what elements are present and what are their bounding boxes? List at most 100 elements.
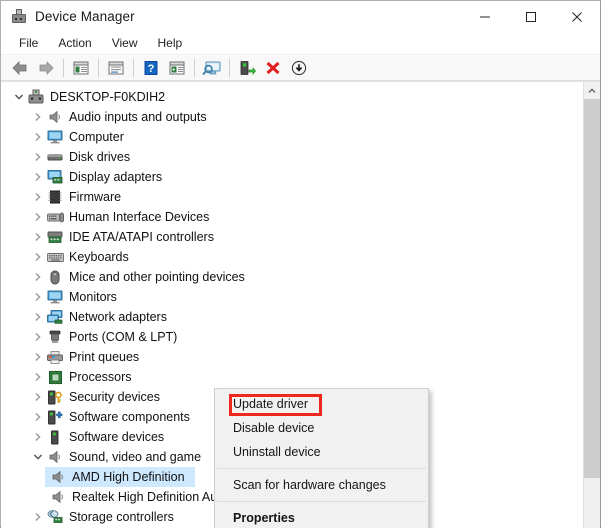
help-icon[interactable]: ? [138, 56, 164, 80]
disable-device-icon[interactable] [286, 56, 312, 80]
menu-action[interactable]: Action [48, 34, 101, 52]
tree-label: Software components [69, 410, 190, 424]
firmware-chip-icon [46, 189, 64, 205]
chevron-right-icon[interactable] [30, 209, 46, 225]
chevron-down-icon[interactable] [30, 449, 46, 465]
context-menu-item-scan-for-hardware-changes[interactable]: Scan for hardware changes [215, 473, 428, 497]
ide-controller-icon [46, 229, 64, 245]
tree-label: Human Interface Devices [69, 210, 210, 224]
device-manager-window: Device Manager File Action View Help ? D… [0, 0, 601, 528]
menu-file[interactable]: File [9, 34, 48, 52]
scroll-up-icon[interactable] [584, 82, 600, 99]
scan-for-hardware-changes-icon[interactable] [199, 56, 225, 80]
chevron-right-icon[interactable] [30, 429, 46, 445]
processor-icon [46, 369, 64, 385]
menu-bar: File Action View Help [1, 32, 600, 55]
tree-row-firmware[interactable]: Firmware [1, 187, 583, 207]
tree-label: Software devices [69, 430, 165, 444]
maximize-icon[interactable] [508, 1, 554, 32]
scrollbar-track[interactable] [584, 99, 600, 528]
tree-label: Monitors [69, 290, 117, 304]
context-menu-item-properties[interactable]: Properties [215, 506, 428, 528]
device-manager-icon [11, 8, 27, 25]
display-adapter-icon [46, 169, 64, 185]
tree-row-mice-and-other-pointing-devices[interactable]: Mice and other pointing devices [1, 267, 583, 287]
forward-icon[interactable] [33, 56, 59, 80]
computer-root-icon [27, 89, 45, 105]
window-title: Device Manager [35, 9, 135, 24]
chevron-right-icon[interactable] [30, 409, 46, 425]
menu-view[interactable]: View [102, 34, 148, 52]
tree-row-human-interface-devices[interactable]: Human Interface Devices [1, 207, 583, 227]
chevron-right-icon[interactable] [30, 229, 46, 245]
context-menu-separator [217, 468, 426, 469]
network-adapter-icon [46, 309, 64, 325]
toolbar-separator [229, 58, 230, 77]
tree-row-computer[interactable]: Computer [1, 127, 583, 147]
device-tree[interactable]: DESKTOP-F0KDIH2 Audio inputs and outputs [1, 82, 583, 528]
chevron-right-icon[interactable] [30, 349, 46, 365]
mouse-icon [46, 269, 64, 285]
scrollbar-thumb[interactable] [584, 99, 600, 479]
context-menu[interactable]: Update driver Disable device Uninstall d… [214, 388, 429, 528]
tree-label: Computer [69, 130, 124, 144]
enable-device-icon[interactable] [234, 56, 260, 80]
chevron-right-icon[interactable] [30, 389, 46, 405]
tree-label: IDE ATA/ATAPI controllers [69, 230, 214, 244]
tree-label: Processors [69, 370, 132, 384]
printer-icon [46, 349, 64, 365]
tree-row-ports[interactable]: Ports (COM & LPT) [1, 327, 583, 347]
close-icon[interactable] [554, 1, 600, 32]
properties-icon[interactable] [103, 56, 129, 80]
tree-row-keyboards[interactable]: Keyboards [1, 247, 583, 267]
chevron-right-icon[interactable] [30, 369, 46, 385]
security-device-icon [46, 389, 64, 405]
tree-label: Display adapters [69, 170, 163, 184]
chevron-right-icon[interactable] [30, 149, 46, 165]
context-menu-label: Scan for hardware changes [233, 478, 386, 492]
chevron-right-icon[interactable] [30, 129, 46, 145]
tree-row-print-queues[interactable]: Print queues [1, 347, 583, 367]
tree-row-audio-inputs-and-outputs[interactable]: Audio inputs and outputs [1, 107, 583, 127]
chevron-right-icon[interactable] [30, 289, 46, 305]
uninstall-device-icon[interactable] [260, 56, 286, 80]
show-hide-console-tree-icon[interactable] [68, 56, 94, 80]
speaker-icon [46, 109, 64, 125]
menu-help[interactable]: Help [148, 34, 193, 52]
chevron-down-icon[interactable] [11, 89, 27, 105]
chevron-right-icon[interactable] [30, 109, 46, 125]
tree-label: Disk drives [69, 150, 131, 164]
update-driver-software-icon[interactable] [164, 56, 190, 80]
tree-row-monitors[interactable]: Monitors [1, 287, 583, 307]
chevron-right-icon[interactable] [30, 189, 46, 205]
window-controls [462, 1, 600, 32]
chevron-right-icon[interactable] [30, 269, 46, 285]
monitor-icon [46, 129, 64, 145]
chevron-right-icon[interactable] [30, 249, 46, 265]
tree-row-network-adapters[interactable]: Network adapters [1, 307, 583, 327]
speaker-icon [49, 489, 67, 505]
tree-row-ide-ata-atapi-controllers[interactable]: IDE ATA/ATAPI controllers [1, 227, 583, 247]
chevron-right-icon[interactable] [30, 169, 46, 185]
context-menu-item-update-driver[interactable]: Update driver [215, 392, 428, 416]
vertical-scrollbar[interactable] [583, 82, 600, 528]
software-component-icon [46, 409, 64, 425]
speaker-icon [46, 449, 64, 465]
back-icon[interactable] [7, 56, 33, 80]
toolbar-separator [63, 58, 64, 77]
svg-text:?: ? [148, 63, 155, 75]
tree-row-processors[interactable]: Processors [1, 367, 583, 387]
context-menu-label: Disable device [233, 421, 315, 435]
chevron-right-icon[interactable] [30, 329, 46, 345]
context-menu-label: Update driver [233, 397, 309, 411]
chevron-right-icon[interactable] [30, 509, 46, 525]
context-menu-item-uninstall-device[interactable]: Uninstall device [215, 440, 428, 464]
tree-row-display-adapters[interactable]: Display adapters [1, 167, 583, 187]
context-menu-item-disable-device[interactable]: Disable device [215, 416, 428, 440]
minimize-icon[interactable] [462, 1, 508, 32]
chevron-right-icon[interactable] [30, 309, 46, 325]
tree-row-disk-drives[interactable]: Disk drives [1, 147, 583, 167]
toolbar-separator [194, 58, 195, 77]
tree-row-root[interactable]: DESKTOP-F0KDIH2 [1, 87, 583, 107]
toolbar-separator [98, 58, 99, 77]
